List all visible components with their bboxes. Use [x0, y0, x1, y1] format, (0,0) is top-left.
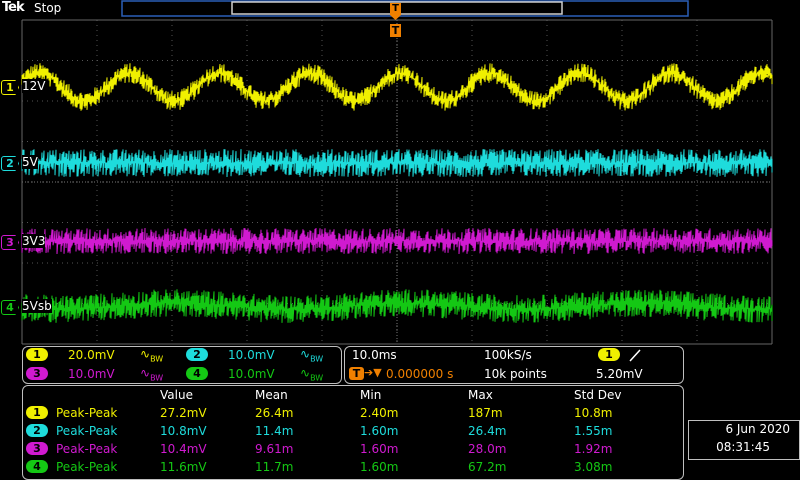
ch3-scale[interactable]: 10.0mV: [68, 367, 115, 381]
trigger-arrow-icon: ➔▼: [364, 366, 382, 379]
meas-row-3-badge: 3: [26, 442, 48, 455]
meas-row-3-cell: 9.61m: [255, 442, 294, 456]
ch2-bandwidth-limit-icon: ∿BW: [300, 347, 324, 364]
record-length[interactable]: 10k points: [484, 367, 547, 381]
meas-row-2-cell: 26.4m: [468, 424, 507, 438]
meas-row-1-cell: 27.2mV: [160, 406, 207, 420]
meas-row-2-cell: 1.60m: [360, 424, 399, 438]
meas-row-1-cell: 26.4m: [255, 406, 294, 420]
meas-row-1-cell: 187m: [468, 406, 503, 420]
measurement-header-min: Min: [360, 388, 382, 402]
ch1-ground-marker[interactable]: 1: [1, 80, 19, 95]
meas-row-2-cell: 10.8mV: [160, 424, 207, 438]
meas-row-4-badge: 4: [26, 460, 48, 473]
ch3-badge[interactable]: 3: [26, 367, 48, 380]
ch3-label: 3V3: [22, 234, 46, 248]
trigger-position[interactable]: 0.000000 s: [386, 367, 453, 381]
meas-row-2-cell[interactable]: Peak-Peak: [56, 424, 117, 438]
trigger-level[interactable]: 5.20mV: [596, 367, 643, 381]
meas-row-4-cell: 11.7m: [255, 460, 294, 474]
meas-row-4-cell: 3.08m: [574, 460, 613, 474]
time-per-division[interactable]: 10.0ms: [352, 348, 397, 362]
meas-row-1-cell[interactable]: Peak-Peak: [56, 406, 117, 420]
ch1-scale[interactable]: 20.0mV: [68, 348, 115, 362]
meas-row-1-badge: 1: [26, 406, 48, 419]
measurement-header-mean: Mean: [255, 388, 288, 402]
meas-row-4-cell: 11.6mV: [160, 460, 207, 474]
trigger-source-badge[interactable]: 1: [598, 348, 620, 361]
meas-row-4-cell[interactable]: Peak-Peak: [56, 460, 117, 474]
meas-row-3-cell[interactable]: Peak-Peak: [56, 442, 117, 456]
ch4-label: 5Vsb: [22, 299, 52, 313]
meas-row-2-cell: 11.4m: [255, 424, 294, 438]
meas-row-2-badge: 2: [26, 424, 48, 437]
date-readout: 6 Jun 2020: [725, 422, 790, 436]
ch3-bandwidth-limit-icon: ∿BW: [140, 366, 164, 383]
acquisition-status[interactable]: Stop: [34, 1, 61, 15]
meas-row-3-cell: 28.0m: [468, 442, 507, 456]
trigger-t-label: T: [392, 3, 399, 14]
ch1-label: 12V: [22, 79, 46, 93]
meas-row-2-cell: 1.55m: [574, 424, 613, 438]
ch1-bandwidth-limit-icon: ∿BW: [140, 347, 164, 364]
measurement-header-value: Value: [160, 388, 193, 402]
ch4-badge[interactable]: 4: [186, 367, 208, 380]
rising-edge-icon: [629, 349, 641, 362]
meas-row-4-cell: 67.2m: [468, 460, 507, 474]
meas-row-3-cell: 10.4mV: [160, 442, 207, 456]
ch2-label: 5V: [22, 155, 38, 169]
meas-row-4-cell: 1.60m: [360, 460, 399, 474]
ch2-ground-marker[interactable]: 2: [1, 156, 19, 171]
time-readout: 08:31:45: [716, 440, 770, 454]
meas-row-1-cell: 2.40m: [360, 406, 399, 420]
meas-row-3-cell: 1.92m: [574, 442, 613, 456]
measurement-header-std-dev: Std Dev: [574, 388, 622, 402]
ch4-ground-marker[interactable]: 4: [1, 300, 19, 315]
meas-row-3-cell: 1.60m: [360, 442, 399, 456]
ch2-scale[interactable]: 10.0mV: [228, 348, 275, 362]
ch2-badge[interactable]: 2: [186, 348, 208, 361]
ch4-scale[interactable]: 10.0mV: [228, 367, 275, 381]
measurement-header-max: Max: [468, 388, 493, 402]
trigger-t-label-2: T: [391, 24, 400, 37]
ch4-bandwidth-limit-icon: ∿BW: [300, 366, 324, 383]
brand-logo: Tek: [2, 0, 25, 15]
meas-row-1-cell: 10.8m: [574, 406, 613, 420]
trigger-position-icon: T: [349, 367, 364, 380]
ch1-badge[interactable]: 1: [26, 348, 48, 361]
ch3-ground-marker[interactable]: 3: [1, 235, 19, 250]
sample-rate: 100kS/s: [484, 348, 532, 362]
